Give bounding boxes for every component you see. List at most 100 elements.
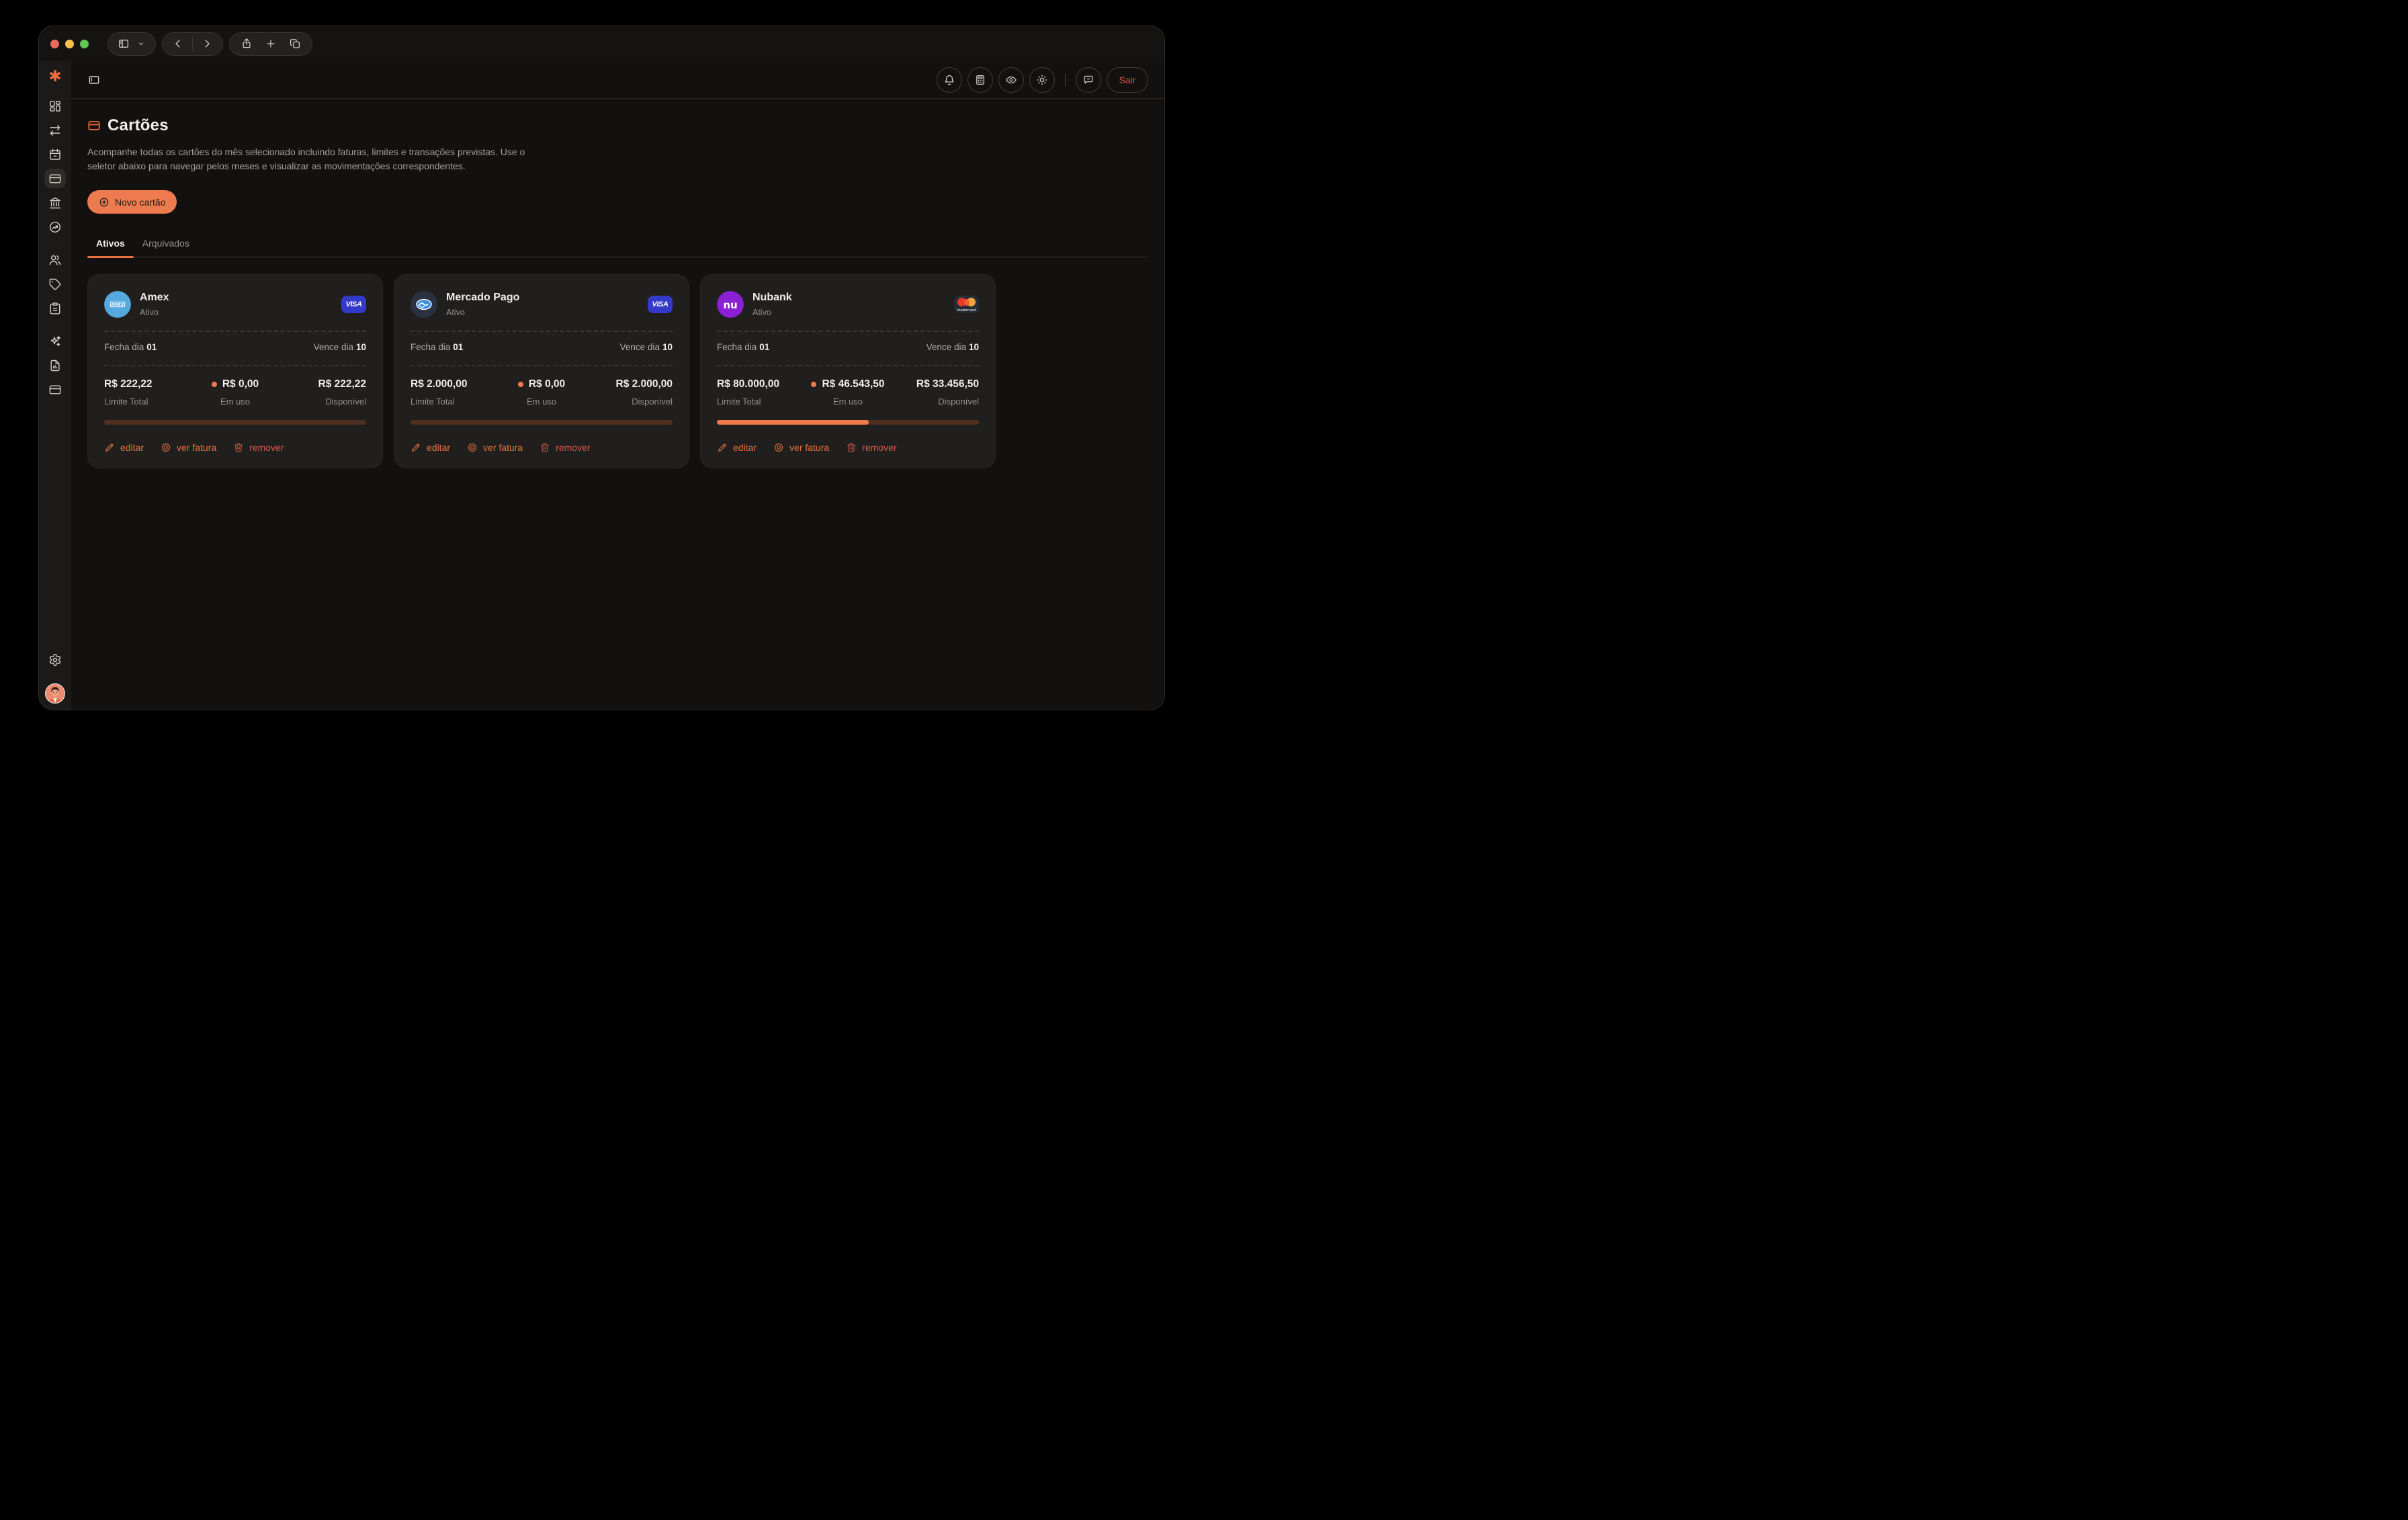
used-label: Em uso [833,396,863,407]
calculator-button[interactable] [968,67,993,93]
cards-grid: AMEX Amex Ativo VISA Fecha dia01 Vence d… [87,274,1148,468]
sidebar-item-transactions[interactable] [44,120,66,140]
limit-value: R$ 2.000,00 [411,378,467,390]
sidebar-toggle-icon [118,38,130,50]
mastercard-badge: mastercard [954,296,979,313]
sidebar-nav [44,96,66,404]
app-logo-asterisk-icon: ✱ [48,68,61,84]
close-window-button[interactable] [50,40,59,48]
sidebar-toggle-button[interactable] [108,32,156,56]
new-tab-button[interactable] [265,38,277,50]
trash-icon [540,442,550,453]
view-invoice-button[interactable]: ver fatura [773,442,829,453]
performance-icon [48,220,62,234]
available-stat: R$ 2.000,00 Disponível [616,378,673,407]
chat-icon [1082,74,1094,86]
dashed-divider [411,365,673,366]
target-icon [467,442,478,453]
card-name: Nubank [752,292,792,304]
remove-card-button[interactable]: remover [233,442,284,453]
view-invoice-button[interactable]: ver fatura [467,442,523,453]
sidebar-item-cards[interactable] [44,169,66,188]
sidebar-item-banks[interactable] [44,193,66,212]
sidebar-item-wallet[interactable] [44,380,66,399]
due-day: Vence dia10 [620,342,673,352]
window-controls [50,40,89,48]
sidebar: ✱ [39,61,71,710]
available-value: R$ 33.456,50 [916,378,979,390]
closing-day: Fecha dia01 [104,342,157,352]
pencil-icon [717,442,728,453]
sidebar-item-tags[interactable] [44,274,66,294]
cards-icon [48,172,62,185]
logout-button[interactable]: Sair [1107,67,1148,93]
new-card-button[interactable]: Novo cartão [87,190,177,214]
available-label: Disponível [632,396,673,407]
view-invoice-button[interactable]: ver fatura [161,442,216,453]
sidebar-item-reports[interactable] [44,355,66,375]
calculator-icon [974,74,986,86]
used-value: R$ 0,00 [222,378,259,390]
sidebar-item-calendar[interactable] [44,144,66,164]
tab-arquivados[interactable]: Arquivados [134,232,198,257]
header-actions: Sair [937,67,1148,93]
dashed-divider [104,365,366,366]
credit-card-icon [87,119,101,132]
plus-icon [265,38,277,50]
calendar-icon [48,148,62,161]
chevron-left-icon [172,38,184,50]
remove-card-button[interactable]: remover [540,442,590,453]
panel-left-icon [87,73,101,87]
sidebar-item-dashboard[interactable] [44,96,66,116]
mastercard-badge-label: mastercard [954,308,979,312]
zoom-window-button[interactable] [80,40,89,48]
share-icon [241,38,253,50]
transactions-icon [48,124,62,137]
remove-card-button[interactable]: remover [846,442,896,453]
available-label: Disponível [325,396,366,407]
bank-logo-avatar: nu [717,291,744,318]
tab-ativos[interactable]: Ativos [87,232,134,257]
edit-card-button[interactable]: editar [104,442,144,453]
sun-button[interactable] [1029,67,1055,93]
sidebar-item-performance[interactable] [44,217,66,237]
content-panel-toggle-button[interactable] [87,73,101,87]
svg-text:AMEX: AMEX [112,303,124,307]
limit-stat: R$ 222,22 Limite Total [104,378,153,407]
sidebar-bottom [44,650,66,704]
gear-icon [48,653,62,667]
dashed-divider [717,365,979,366]
titlebar [39,26,1164,61]
bank-logo-avatar: AMEX [104,291,131,318]
bell-button[interactable] [937,67,962,93]
share-button[interactable] [241,38,253,50]
used-stat: R$ 46.543,50 Em uso [779,378,916,407]
available-value: R$ 222,22 [318,378,366,390]
closing-day: Fecha dia01 [717,342,769,352]
used-value: R$ 46.543,50 [822,378,884,390]
pencil-icon [411,442,421,453]
planner-icon [48,302,62,315]
back-button[interactable] [172,38,184,50]
chat-button[interactable] [1076,67,1101,93]
forward-button[interactable] [201,38,213,50]
used-label: Em uso [527,396,556,407]
sidebar-item-assistant[interactable] [44,331,66,351]
eye-button[interactable] [998,67,1024,93]
dashed-divider [717,331,979,332]
minimize-window-button[interactable] [65,40,74,48]
user-avatar[interactable] [45,683,65,704]
used-dot-icon [518,382,523,387]
sidebar-item-settings[interactable] [44,650,66,669]
visa-badge-label: VISA [652,300,668,308]
tabs: AtivosArquivados [87,232,1148,257]
tab-overview-button[interactable] [289,38,301,50]
edit-card-button[interactable]: editar [411,442,450,453]
card-name: Mercado Pago [446,292,519,304]
edit-card-button[interactable]: editar [717,442,757,453]
copy-icon [289,38,301,50]
sidebar-item-members[interactable] [44,250,66,269]
sidebar-item-planner[interactable] [44,298,66,318]
pencil-icon [104,442,115,453]
main-area: Sair Cartões Acompanhe todas os cartões … [71,61,1164,710]
